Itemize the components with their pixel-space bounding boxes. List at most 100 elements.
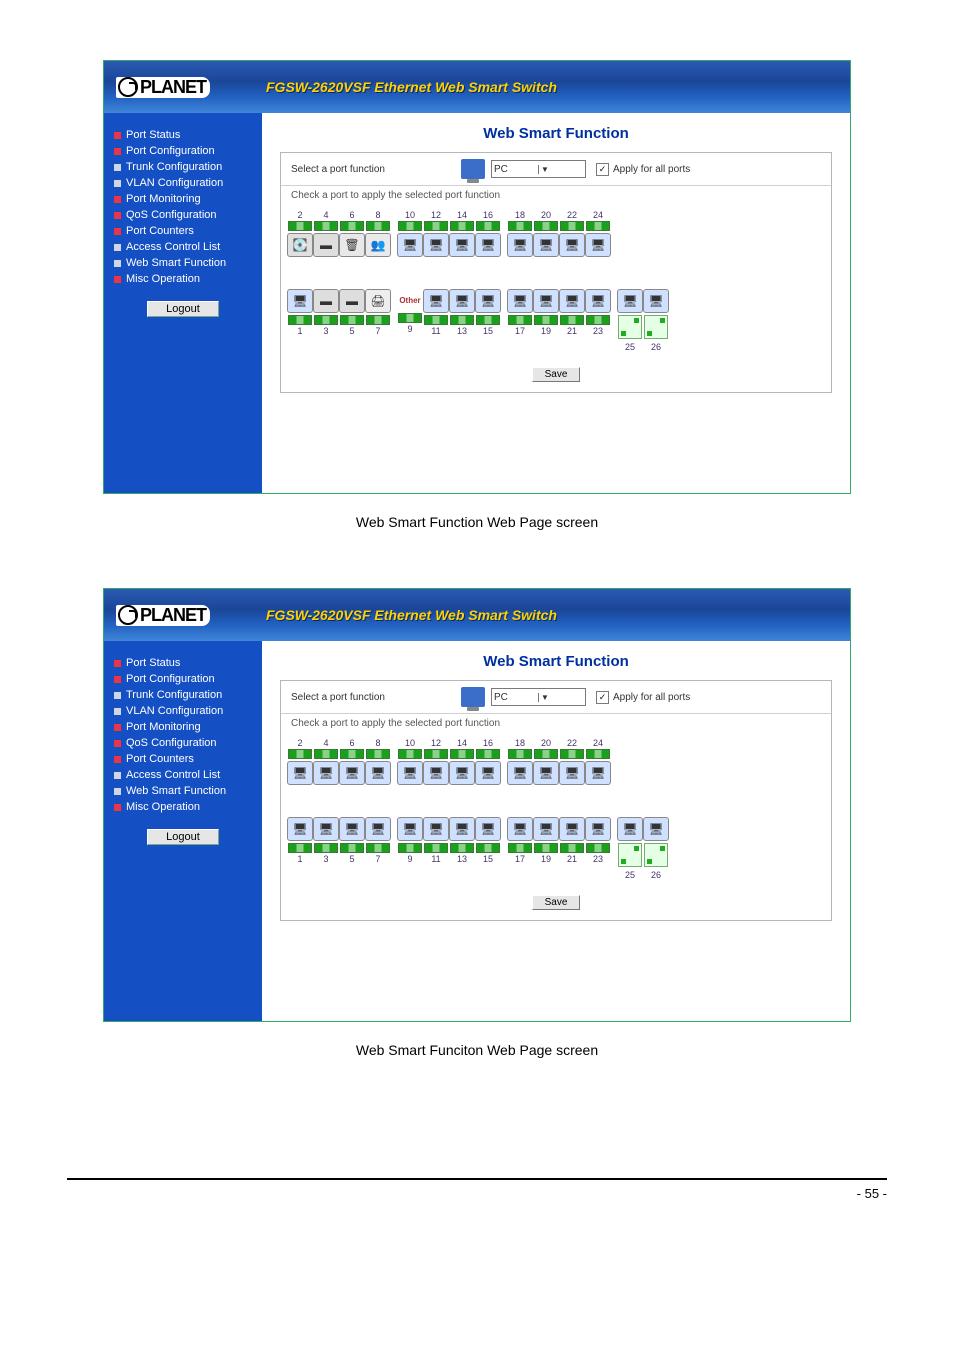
port[interactable]: 10🖥 <box>397 737 423 787</box>
port[interactable]: 🖥19 <box>533 815 559 865</box>
port[interactable]: 🖥17 <box>507 815 533 865</box>
sidebar-item[interactable]: Port Status <box>114 127 252 143</box>
save-button[interactable]: Save <box>532 367 581 382</box>
sidebar-item[interactable]: VLAN Configuration <box>114 175 252 191</box>
pc-icon[interactable]: 🖥 <box>423 761 449 785</box>
pc-icon[interactable]: 🖥 <box>559 817 585 841</box>
port[interactable]: 🖥17 <box>507 287 533 337</box>
apply-all-checkbox[interactable] <box>596 163 609 176</box>
port[interactable]: ▬3 <box>313 287 339 337</box>
printer-icon[interactable]: 🖨 <box>365 289 391 313</box>
pc-icon[interactable]: 🖥 <box>533 289 559 313</box>
pc-icon[interactable]: 🖥 <box>397 761 423 785</box>
pc-icon[interactable]: 🖥 <box>475 233 501 257</box>
sidebar-item[interactable]: Port Counters <box>114 751 252 767</box>
sidebar-item[interactable]: VLAN Configuration <box>114 703 252 719</box>
port[interactable]: 🖥11 <box>423 815 449 865</box>
pc-icon[interactable]: 🖥 <box>423 233 449 257</box>
port[interactable]: 8🖥 <box>365 737 391 787</box>
logout-button[interactable]: Logout <box>147 829 219 845</box>
pc-icon[interactable]: 🖥 <box>423 289 449 313</box>
sidebar-item[interactable]: Port Monitoring <box>114 191 252 207</box>
sw-icon[interactable]: ▬ <box>339 289 365 313</box>
pc-icon[interactable]: 🖥 <box>449 817 475 841</box>
pc-icon[interactable]: 🖥 <box>585 289 611 313</box>
sidebar-item[interactable]: Trunk Configuration <box>114 687 252 703</box>
pc-icon[interactable]: 🖥 <box>397 233 423 257</box>
port[interactable]: 10🖥 <box>397 209 423 259</box>
port[interactable]: 24🖥 <box>585 209 611 259</box>
other-label[interactable]: Other <box>398 289 422 311</box>
pc-icon[interactable]: 🖥 <box>313 761 339 785</box>
port[interactable]: 2💽 <box>287 209 313 259</box>
pc-icon[interactable]: 🖥 <box>533 761 559 785</box>
port[interactable]: 🖥23 <box>585 815 611 865</box>
sw-icon[interactable]: ▬ <box>313 289 339 313</box>
port[interactable]: 🖥15 <box>475 815 501 865</box>
pc-icon[interactable]: 🖥 <box>507 761 533 785</box>
port[interactable]: 🖥19 <box>533 287 559 337</box>
port[interactable]: 🖥5 <box>339 815 365 865</box>
pc-icon[interactable]: 🖥 <box>365 761 391 785</box>
sidebar-item[interactable]: Web Smart Function <box>114 255 252 271</box>
port[interactable]: 22🖥 <box>559 209 585 259</box>
port[interactable]: 4▬ <box>313 209 339 259</box>
sidebar-item[interactable]: Misc Operation <box>114 271 252 287</box>
sidebar-item[interactable]: Access Control List <box>114 239 252 255</box>
port[interactable]: 8👥 <box>365 209 391 259</box>
pc-icon[interactable]: 🖥 <box>287 817 313 841</box>
port[interactable]: 12🖥 <box>423 209 449 259</box>
save-button[interactable]: Save <box>532 895 581 910</box>
pc-icon[interactable]: 🖥 <box>585 761 611 785</box>
sidebar-item[interactable]: QoS Configuration <box>114 207 252 223</box>
port[interactable]: 12🖥 <box>423 737 449 787</box>
disk-icon[interactable]: 💽 <box>287 233 313 257</box>
sidebar-item[interactable]: Port Configuration <box>114 143 252 159</box>
pc-icon[interactable]: 🖥 <box>559 233 585 257</box>
pc-icon[interactable]: 🖥 <box>397 817 423 841</box>
pc-icon[interactable]: 🖥 <box>507 233 533 257</box>
pc-icon[interactable]: 🖥 <box>585 817 611 841</box>
pc-icon[interactable]: 🖥 <box>533 233 559 257</box>
pc-icon[interactable]: 🖥 <box>365 817 391 841</box>
port[interactable]: 🖥3 <box>313 815 339 865</box>
sw-icon[interactable]: ▬ <box>313 233 339 257</box>
sidebar-item[interactable]: Misc Operation <box>114 799 252 815</box>
pc-icon[interactable]: 🖥 <box>287 289 313 313</box>
pc-icon[interactable]: 🖥 <box>449 233 475 257</box>
pc-icon[interactable]: 🖥 <box>339 817 365 841</box>
port[interactable]: 18🖥 <box>507 737 533 787</box>
port[interactable]: 20🖥 <box>533 737 559 787</box>
trash-icon[interactable]: 🗑 <box>339 233 365 257</box>
sidebar-item[interactable]: Port Status <box>114 655 252 671</box>
pc-icon[interactable]: 🖥 <box>313 817 339 841</box>
fiber-port[interactable]: 🖥26 <box>643 287 669 353</box>
sidebar-item[interactable]: Trunk Configuration <box>114 159 252 175</box>
pc-icon[interactable]: 🖥 <box>449 761 475 785</box>
fiber-port[interactable]: 🖥25 <box>617 815 643 881</box>
port[interactable]: 🖥21 <box>559 815 585 865</box>
port[interactable]: 14🖥 <box>449 209 475 259</box>
port[interactable]: 🖥11 <box>423 287 449 337</box>
sidebar-item[interactable]: QoS Configuration <box>114 735 252 751</box>
port[interactable]: 🖥9 <box>397 815 423 865</box>
pc-icon[interactable]: 🖥 <box>585 233 611 257</box>
pc-icon[interactable]: 🖥 <box>449 289 475 313</box>
sidebar-item[interactable]: Port Configuration <box>114 671 252 687</box>
logout-button[interactable]: Logout <box>147 301 219 317</box>
sidebar-item[interactable]: Port Counters <box>114 223 252 239</box>
port[interactable]: Other9 <box>397 287 423 337</box>
port[interactable]: 6🖥 <box>339 737 365 787</box>
port[interactable]: 🖥7 <box>365 815 391 865</box>
pc-icon[interactable]: 🖥 <box>507 289 533 313</box>
port-function-dropdown[interactable]: PC ▼ <box>491 160 586 178</box>
port[interactable]: 🖨7 <box>365 287 391 337</box>
port-function-dropdown[interactable]: PC ▼ <box>491 688 586 706</box>
port[interactable]: 🖥1 <box>287 815 313 865</box>
sidebar-item[interactable]: Web Smart Function <box>114 783 252 799</box>
port[interactable]: 🖥21 <box>559 287 585 337</box>
sidebar-item[interactable]: Port Monitoring <box>114 719 252 735</box>
port[interactable]: 18🖥 <box>507 209 533 259</box>
port[interactable]: 🖥13 <box>449 287 475 337</box>
port[interactable]: 16🖥 <box>475 737 501 787</box>
